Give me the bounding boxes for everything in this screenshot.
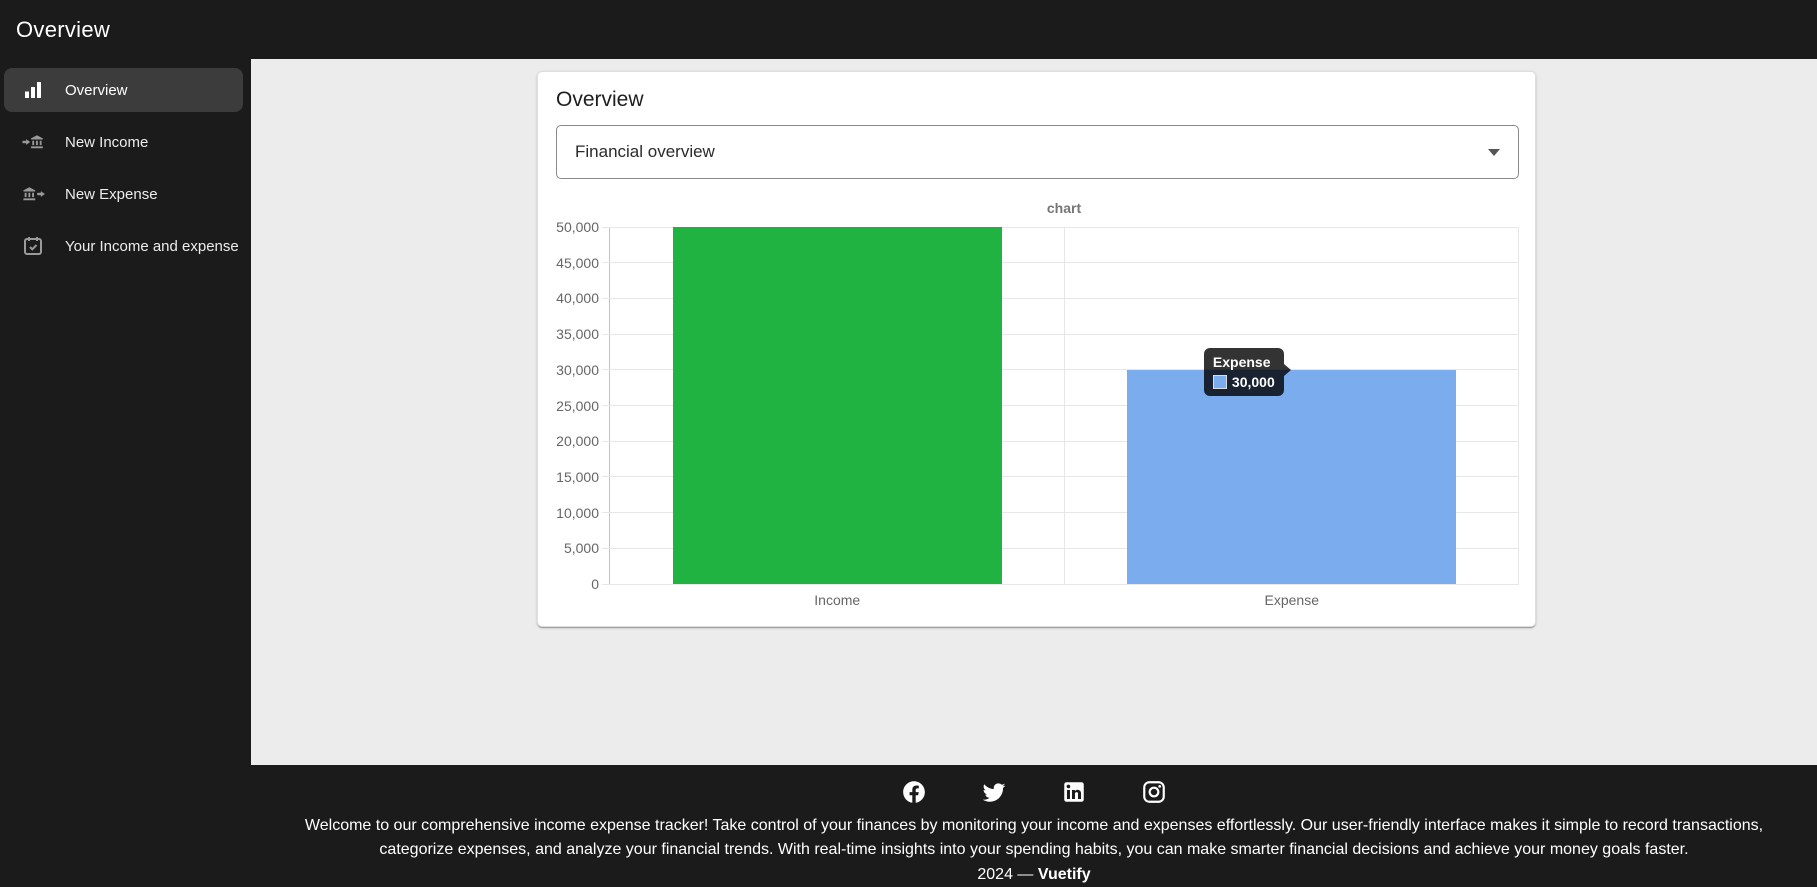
y-axis-tick: 30,000	[556, 362, 599, 378]
chart-title: chart	[609, 200, 1519, 216]
linkedin-icon[interactable]	[1061, 779, 1087, 805]
page-title: Overview	[16, 17, 110, 43]
y-axis-tick: 25,000	[556, 398, 599, 414]
gridline	[1518, 227, 1519, 584]
sidebar-item-label: Your Income and expense	[65, 238, 239, 255]
footer-brand: Vuetify	[1038, 866, 1091, 883]
app-header: Overview	[0, 0, 1817, 59]
sidebar-item-label: Overview	[65, 82, 128, 99]
social-row	[251, 765, 1817, 805]
overview-card: Overview Financial overview chart Expens…	[537, 71, 1536, 627]
sidebar-item-your-income-and-expense[interactable]: Your Income and expense	[4, 224, 243, 268]
chart-plot: Expense 30,000 05,00010,00015,00020,0002…	[609, 227, 1519, 584]
sidebar-item-new-expense[interactable]: New Expense	[4, 172, 243, 216]
financial-overview-select[interactable]: Financial overview	[556, 125, 1519, 179]
card-title: Overview	[556, 88, 644, 112]
y-axis-tick: 15,000	[556, 469, 599, 485]
tooltip-value: 30,000	[1232, 374, 1275, 390]
chevron-down-icon	[1488, 149, 1500, 156]
y-axis-tick: 10,000	[556, 505, 599, 521]
y-axis-tick: 20,000	[556, 433, 599, 449]
y-axis-tick: 35,000	[556, 326, 599, 342]
footer-description: Welcome to our comprehensive income expe…	[267, 814, 1801, 862]
select-value: Financial overview	[575, 142, 1488, 162]
tooltip-caret	[1284, 364, 1291, 376]
bar-chart-icon	[21, 78, 45, 102]
x-axis-label: Income	[814, 592, 860, 608]
footer-year: 2024	[977, 866, 1013, 883]
main-content: Overview Financial overview chart Expens…	[251, 59, 1817, 765]
bar-income[interactable]	[673, 227, 1002, 584]
y-axis-tick: 5,000	[564, 540, 599, 556]
twitter-icon[interactable]	[981, 779, 1007, 805]
facebook-icon[interactable]	[901, 779, 927, 805]
bank-arrow-in-icon	[21, 130, 45, 154]
instagram-icon[interactable]	[1141, 779, 1167, 805]
y-axis-tick: 50,000	[556, 219, 599, 235]
tooltip-title: Expense	[1213, 354, 1275, 370]
x-axis-label: Expense	[1265, 592, 1319, 608]
tooltip-swatch	[1213, 375, 1227, 389]
bank-arrow-out-icon	[21, 182, 45, 206]
gridline	[1064, 227, 1065, 584]
sidebar-item-new-income[interactable]: New Income	[4, 120, 243, 164]
sidebar-item-label: New Expense	[65, 186, 158, 203]
footer-copyright: 2024 — Vuetify	[251, 863, 1817, 887]
footer: Welcome to our comprehensive income expe…	[251, 765, 1817, 881]
chart-tooltip: Expense 30,000	[1204, 348, 1284, 396]
bar-expense[interactable]	[1127, 370, 1456, 584]
sidebar-item-overview[interactable]: Overview	[4, 68, 243, 112]
y-axis-tick: 40,000	[556, 290, 599, 306]
footer-separator: —	[1017, 866, 1033, 883]
y-axis-tick: 45,000	[556, 255, 599, 271]
sidebar: Overview New Income New Expense You	[0, 59, 251, 881]
calendar-check-icon	[21, 234, 45, 258]
y-axis-tick: 0	[591, 576, 599, 592]
sidebar-item-label: New Income	[65, 134, 148, 151]
